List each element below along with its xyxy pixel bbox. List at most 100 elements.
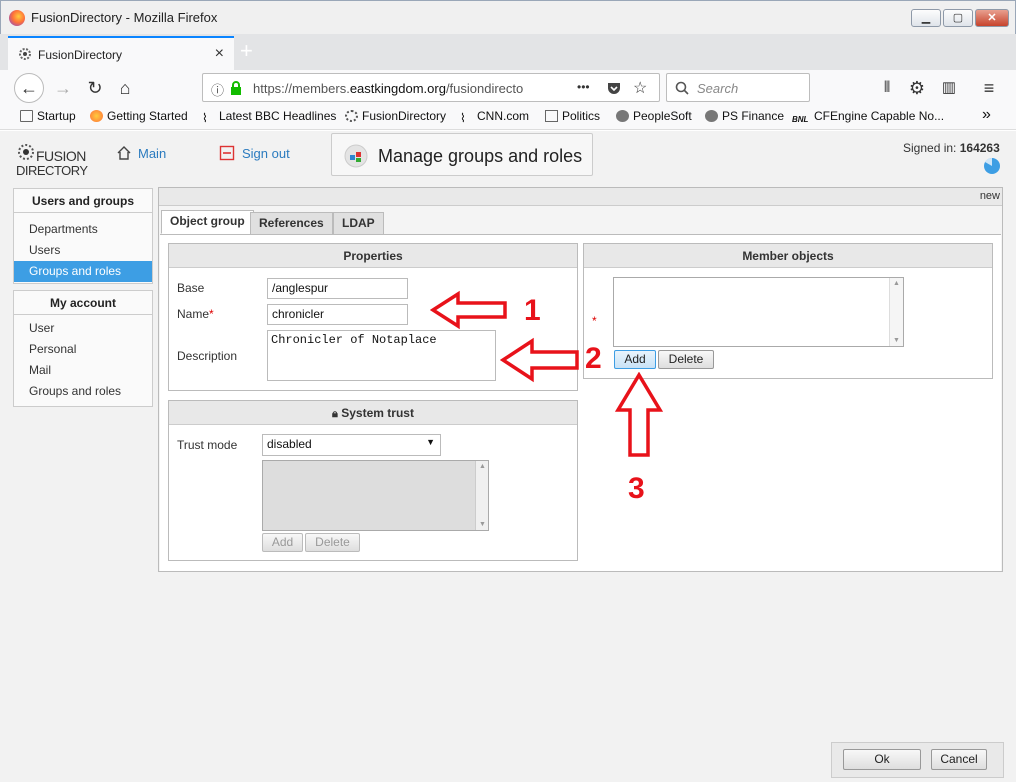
- window-titlebar: FusionDirectory - Mozilla Firefox ▁ ▢ ✕: [0, 0, 1016, 34]
- system-trust-title: 🔒︎ System trust: [169, 401, 577, 425]
- bookmarks-bar: Startup Getting Started ⌇ Latest BBC Head…: [0, 106, 1016, 130]
- search-placeholder: Search: [697, 81, 739, 96]
- member-objects-title: Member objects: [584, 244, 992, 268]
- lock-icon: 🔒︎: [332, 408, 338, 420]
- description-field[interactable]: Chronicler of Notaplace: [267, 330, 496, 381]
- tab-object-group[interactable]: Object group: [161, 210, 254, 234]
- form-footer: Ok Cancel: [831, 742, 1004, 778]
- sidebar-item-departments[interactable]: Departments: [14, 219, 152, 240]
- ok-button[interactable]: Ok: [843, 749, 921, 770]
- bookmark-star-icon[interactable]: ☆: [633, 78, 647, 98]
- sidebar-item-groups-and-roles[interactable]: Groups and roles: [14, 261, 152, 282]
- browser-tab[interactable]: FusionDirectory ×: [8, 36, 234, 70]
- library-icon[interactable]: ⦀: [874, 75, 900, 101]
- close-window-button[interactable]: ✕: [975, 9, 1009, 27]
- base-label: Base: [177, 281, 205, 295]
- bookmarks-overflow-icon[interactable]: »: [982, 106, 991, 124]
- sidebar-item-users[interactable]: Users: [14, 240, 152, 261]
- globe-icon: [705, 110, 718, 122]
- main-toolbar: new: [159, 188, 1002, 206]
- trust-mode-select[interactable]: disabled ▼: [262, 434, 441, 456]
- menu-icon[interactable]: ≡: [976, 75, 1002, 101]
- scrollbar[interactable]: ▲ ▼: [475, 461, 488, 530]
- sidebar-users-groups: Users and groups Departments Users Group…: [13, 188, 153, 284]
- properties-title: Properties: [169, 244, 577, 268]
- sidebar-my-account: My account User Personal Mail Groups and…: [13, 290, 153, 407]
- pocket-icon[interactable]: [607, 81, 621, 95]
- firefox-icon: [90, 110, 103, 122]
- page-title-box: Manage groups and roles: [331, 133, 593, 176]
- chevron-down-icon: ▼: [426, 437, 435, 447]
- trust-delete-button[interactable]: Delete: [305, 533, 360, 552]
- trust-add-button[interactable]: Add: [262, 533, 303, 552]
- groups-roles-icon: [344, 144, 368, 168]
- rss-icon: ⌇: [202, 111, 208, 125]
- minimize-button[interactable]: ▁: [911, 9, 941, 27]
- annotation-arrow-left-icon: [430, 290, 507, 330]
- tab-label: FusionDirectory: [38, 48, 123, 62]
- bookmark-item[interactable]: Getting Started: [90, 109, 188, 123]
- base-field[interactable]: /anglespur: [267, 278, 408, 299]
- tab-references[interactable]: References: [250, 212, 333, 235]
- main-link[interactable]: Main: [138, 146, 166, 161]
- annotation-number: 1: [524, 294, 541, 327]
- home-button[interactable]: ⌂: [112, 75, 138, 101]
- annotation-number: 3: [628, 472, 645, 505]
- sidebar-icon[interactable]: ▥: [936, 75, 962, 101]
- folder-icon: [545, 110, 558, 122]
- close-tab-icon[interactable]: ×: [215, 45, 224, 63]
- window-title: FusionDirectory - Mozilla Firefox: [31, 10, 218, 25]
- signout-link[interactable]: Sign out: [242, 146, 290, 161]
- bookmark-item[interactable]: Politics: [545, 109, 600, 123]
- maximize-button[interactable]: ▢: [943, 9, 973, 27]
- sidebar-section-title: Users and groups: [14, 189, 152, 213]
- bookmark-item[interactable]: ⌇ CNN.com: [460, 109, 529, 124]
- member-add-button[interactable]: Add: [614, 350, 656, 369]
- search-input[interactable]: Search: [666, 73, 810, 102]
- search-icon: [675, 81, 689, 95]
- back-button[interactable]: ←: [14, 73, 44, 103]
- reload-button[interactable]: ↻: [82, 75, 108, 101]
- info-icon[interactable]: ⓘ: [211, 80, 224, 99]
- fusion-icon: [19, 48, 31, 60]
- lock-icon: [231, 81, 241, 95]
- url-text: https://members.eastkingdom.org/fusiondi…: [253, 81, 524, 96]
- tab-ldap[interactable]: LDAP: [333, 212, 384, 235]
- bookmark-item[interactable]: ⌇ Latest BBC Headlines: [202, 109, 336, 124]
- navigation-bar: ← → ↻ ⌂ ⓘ https://members.eastkingdom.or…: [0, 70, 1016, 106]
- logo-swirl-icon: [18, 144, 34, 160]
- bookmark-item[interactable]: FusionDirectory: [345, 109, 446, 123]
- new-tab-button[interactable]: +: [240, 38, 253, 64]
- home-icon: [117, 146, 131, 160]
- sidebar-item-user[interactable]: User: [14, 318, 152, 339]
- scrollbar[interactable]: ▲ ▼: [889, 278, 903, 346]
- name-field[interactable]: chronicler: [267, 304, 408, 325]
- signout-icon: [219, 145, 235, 161]
- member-delete-button[interactable]: Delete: [658, 350, 714, 369]
- fusiondirectory-logo: FUSION DIRECTORY: [16, 136, 88, 178]
- session-timer-icon: [984, 157, 1000, 174]
- sidebar-item-personal[interactable]: Personal: [14, 339, 152, 360]
- sidebar-item-groups-and-roles[interactable]: Groups and roles: [14, 381, 152, 402]
- annotation-arrow-up-icon: [614, 372, 664, 457]
- mode-label: new: [979, 190, 1000, 202]
- bookmark-item[interactable]: PeopleSoft: [616, 109, 692, 123]
- gear-icon[interactable]: ⚙: [904, 75, 930, 101]
- fusion-icon: [345, 110, 358, 122]
- forward-button[interactable]: →: [50, 75, 76, 101]
- folder-icon: [20, 110, 33, 122]
- cancel-button[interactable]: Cancel: [931, 749, 987, 770]
- name-label: Name*: [177, 307, 214, 321]
- sidebar-item-mail[interactable]: Mail: [14, 360, 152, 381]
- url-bar[interactable]: ⓘ https://members.eastkingdom.org/fusion…: [202, 73, 660, 102]
- bookmark-item[interactable]: Startup: [20, 109, 76, 123]
- bookmark-item[interactable]: PS Finance: [705, 109, 784, 123]
- member-objects-list[interactable]: ▲ ▼: [613, 277, 904, 347]
- trust-hosts-list[interactable]: ▲ ▼: [262, 460, 489, 531]
- required-marker: *: [592, 314, 597, 328]
- sidebar-section-title: My account: [14, 291, 152, 315]
- page-actions-icon[interactable]: •••: [577, 80, 590, 94]
- bnl-icon: BNL: [792, 115, 809, 124]
- tab-strip: FusionDirectory × +: [0, 34, 1016, 70]
- bookmark-item[interactable]: BNL CFEngine Capable No...: [792, 109, 944, 127]
